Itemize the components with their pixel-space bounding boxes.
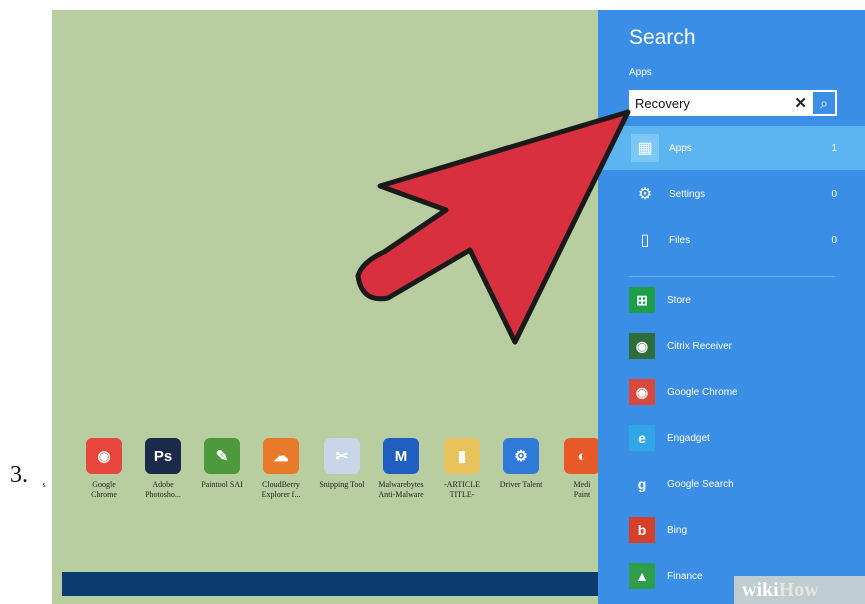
red-pointer-arrow: [355, 109, 631, 345]
